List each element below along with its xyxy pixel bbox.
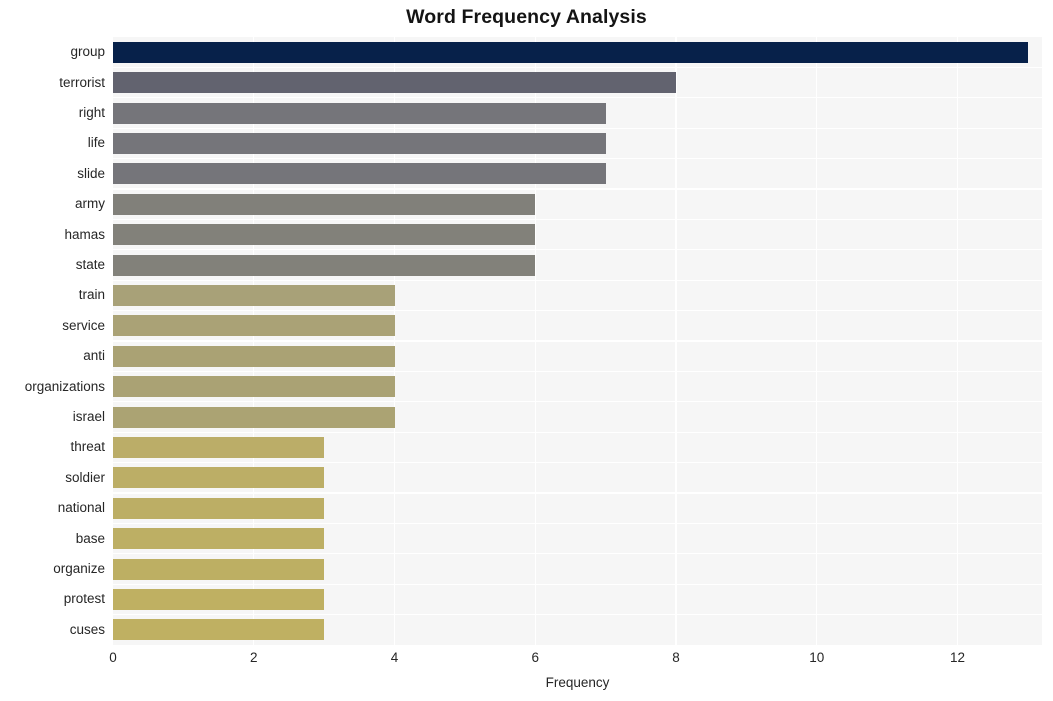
y-axis-label-threat: threat [70,439,105,455]
y-axis-label-national: national [57,500,105,516]
bar-protest [113,588,325,610]
bar-slide [113,163,606,185]
y-axis-label-cuses: cuses [69,621,105,637]
y-axis-label-right: right [78,105,105,120]
bar-israel [113,406,395,428]
bar-anti [113,345,395,367]
bar-army [113,193,536,215]
gridline-horizontal [113,340,1042,342]
bar-national [113,497,325,519]
bar-hamas [113,224,536,246]
bar-right [113,102,606,124]
y-axis-label-israel: israel [72,409,105,424]
gridline-horizontal [113,370,1042,372]
y-axis-label-organizations: organizations [24,378,105,394]
gridline-horizontal [113,127,1042,129]
chart-figure: Word Frequency Analysis group terrorist ri… [0,0,1053,701]
y-axis-label-group: group [70,44,105,60]
y-axis-label-slide: slide [77,165,105,181]
gridline-horizontal [113,522,1042,524]
bar-cuses [113,619,325,641]
x-tick-label-6: 6 [531,650,540,665]
gridline-horizontal [113,249,1042,251]
y-axis-label-anti: anti [83,348,105,364]
chart-title: Word Frequency Analysis [406,6,647,28]
gridline-horizontal [113,492,1042,494]
y-axis-label-life: life [87,135,105,151]
bar-threat [113,436,325,458]
y-axis-labels: group terrorist right life slide army hamas sta… [0,37,105,645]
bar-service [113,315,395,337]
x-tick-label-4: 4 [390,650,399,665]
y-axis-label-base: base [75,530,105,546]
y-axis-label-soldier: soldier [65,469,105,485]
x-axis-title: Frequency [545,675,610,690]
gridline-horizontal [113,66,1042,68]
bar-soldier [113,467,325,489]
bar-base [113,528,325,550]
y-axis-label-service: service [62,317,105,333]
y-axis-label-terrorist: terrorist [59,74,105,90]
gridline-horizontal [113,401,1042,403]
gridline-horizontal [113,97,1042,99]
gridline-horizontal [113,462,1042,464]
gridline-horizontal [113,218,1042,220]
x-axis-ticks: 0 2 4 6 8 10 12 [109,650,1042,670]
y-axis-label-train: train [78,287,105,303]
gridline-horizontal [113,431,1042,433]
plot-area [113,37,1042,645]
bar-state [113,254,536,276]
bar-life [113,132,606,154]
gridline-horizontal [113,310,1042,312]
gridline-horizontal [113,158,1042,160]
bar-organizations [113,376,395,398]
bar-terrorist [113,72,677,94]
bar-group [113,41,1028,63]
gridline-horizontal [113,553,1042,555]
gridline-horizontal [113,614,1042,616]
x-tick-label-10: 10 [809,650,825,665]
y-axis-label-state: state [75,257,105,272]
x-tick-label-0: 0 [109,650,117,665]
y-axis-label-organize: organize [53,561,105,576]
y-axis-label-protest: protest [63,591,105,607]
y-axis-label-hamas: hamas [64,226,105,242]
bar-train [113,284,395,306]
gridline-horizontal [113,583,1042,585]
x-tick-label-12: 12 [950,650,966,665]
y-axis-label-army: army [75,196,105,212]
x-tick-label-2: 2 [249,650,258,665]
x-tick-label-8: 8 [672,650,680,665]
gridline-horizontal [113,279,1042,281]
bar-organize [113,558,325,580]
gridline-horizontal [113,188,1042,190]
